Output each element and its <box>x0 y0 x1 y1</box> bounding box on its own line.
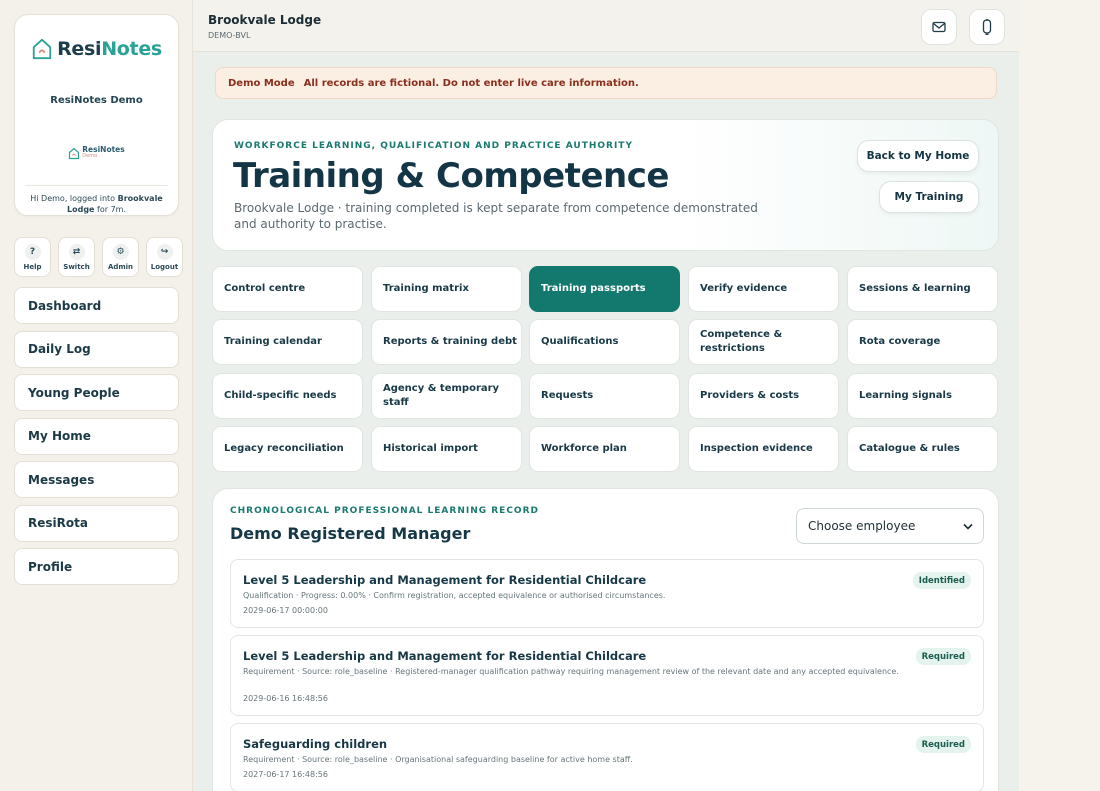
login-suffix: for 7m. <box>94 205 126 214</box>
admin-label: Admin <box>107 262 134 271</box>
switch-label: Switch <box>63 262 90 271</box>
main-content: Brookvale Lodge DEMO-BVL Demo Mode All r… <box>193 0 1019 791</box>
chevron-down-icon <box>963 523 973 530</box>
switch-icon: ⇄ <box>68 243 85 260</box>
main-nav: Dashboard Daily Log Young People My Home… <box>14 287 179 592</box>
help-icon: ? <box>24 243 41 260</box>
brand-name-part2: Notes <box>101 38 162 60</box>
topbar: Brookvale Lodge DEMO-BVL <box>193 0 1019 52</box>
record-entry[interactable]: Safeguarding children Requirement · Sour… <box>230 723 984 791</box>
status-badge: Identified <box>912 572 971 589</box>
notification-icon <box>982 19 992 35</box>
learning-record-panel: CHRONOLOGICAL PROFESSIONAL LEARNING RECO… <box>212 488 999 791</box>
tile-workforce-plan[interactable]: Workforce plan <box>529 426 680 472</box>
nav-item-dashboard[interactable]: Dashboard <box>14 287 179 324</box>
record-entry[interactable]: Level 5 Leadership and Management for Re… <box>230 635 984 716</box>
home-code: DEMO-BVL <box>208 31 251 40</box>
status-badge: Required <box>915 736 971 753</box>
nav-item-resirota[interactable]: ResiRota <box>14 504 179 542</box>
tile-sessions-learning[interactable]: Sessions & learning <box>847 266 998 312</box>
demo-mode-banner: Demo Mode All records are fictional. Do … <box>215 67 997 99</box>
mini-house-icon <box>69 147 80 159</box>
login-prefix: Hi Demo, logged into <box>30 194 118 203</box>
page-title: Training & Competence <box>233 156 669 196</box>
page-subtitle: Brookvale Lodge · training completed is … <box>234 201 758 231</box>
tile-historical-import[interactable]: Historical import <box>371 426 522 472</box>
tile-training-matrix[interactable]: Training matrix <box>371 266 522 312</box>
tile-legacy-reconciliation[interactable]: Legacy reconciliation <box>212 426 363 472</box>
record-title: Demo Registered Manager <box>230 524 471 543</box>
logout-icon: ↪ <box>156 243 173 260</box>
tile-control-centre[interactable]: Control centre <box>212 266 363 312</box>
switch-button[interactable]: ⇄ Switch <box>58 237 95 277</box>
tile-providers-costs[interactable]: Providers & costs <box>688 373 839 419</box>
brand-logo[interactable]: ResiNotes <box>15 37 178 61</box>
tile-requests[interactable]: Requests <box>529 373 680 419</box>
logout-button[interactable]: ↪ Logout <box>146 237 183 277</box>
entry-meta: Requirement · Source: role_baseline · Re… <box>243 667 899 676</box>
tile-training-passports[interactable]: Training passports <box>529 266 680 312</box>
record-eyebrow: CHRONOLOGICAL PROFESSIONAL LEARNING RECO… <box>230 506 539 516</box>
page-hero: WORKFORCE LEARNING, QUALIFICATION AND PR… <box>212 119 999 251</box>
entry-date: 2029-06-17 00:00:00 <box>243 606 328 615</box>
brand-card: ResiNotes ResiNotes Demo ResiNotes Demo H… <box>14 14 179 216</box>
notifications-button[interactable] <box>969 9 1005 45</box>
tile-rota-coverage[interactable]: Rota coverage <box>847 319 998 365</box>
nav-item-young-people[interactable]: Young People <box>14 374 179 411</box>
tile-verify-evidence[interactable]: Verify evidence <box>688 266 839 312</box>
messages-button[interactable] <box>921 9 957 45</box>
tile-child-specific-needs[interactable]: Child-specific needs <box>212 373 363 419</box>
tile-learning-signals[interactable]: Learning signals <box>847 373 998 419</box>
demo-mode-text: All records are fictional. Do not enter … <box>303 77 639 89</box>
mini-logo-tag: Demo <box>82 153 98 159</box>
help-label: Help <box>23 262 42 271</box>
logout-label: Logout <box>150 262 179 271</box>
page-eyebrow: WORKFORCE LEARNING, QUALIFICATION AND PR… <box>234 141 633 151</box>
login-status: Hi Demo, logged into Brookvale Lodge for… <box>25 193 168 215</box>
house-logo-icon <box>32 38 52 60</box>
brand-name-part1: Resi <box>57 38 102 60</box>
back-to-my-home-button[interactable]: Back to My Home <box>857 140 979 172</box>
record-entry[interactable]: Level 5 Leadership and Management for Re… <box>230 559 984 628</box>
tile-catalogue-rules[interactable]: Catalogue & rules <box>847 426 998 472</box>
nav-item-daily-log[interactable]: Daily Log <box>14 330 179 368</box>
tile-competence-restrictions[interactable]: Competence & restrictions <box>688 319 839 365</box>
entry-title: Level 5 Leadership and Management for Re… <box>243 649 647 663</box>
status-badge: Required <box>915 648 971 665</box>
nav-item-profile[interactable]: Profile <box>14 548 179 585</box>
divider <box>25 185 168 186</box>
tile-inspection-evidence[interactable]: Inspection evidence <box>688 426 839 472</box>
mail-icon <box>932 21 946 33</box>
nav-item-my-home[interactable]: My Home <box>14 417 179 455</box>
employee-select-value: Choose employee <box>808 519 916 533</box>
page-background <box>1019 0 1100 791</box>
tile-training-calendar[interactable]: Training calendar <box>212 319 363 365</box>
entry-date: 2029-06-16 16:48:56 <box>243 694 328 703</box>
tile-qualifications[interactable]: Qualifications <box>529 319 680 365</box>
tile-agency-temporary-staff[interactable]: Agency & temporary staff <box>371 373 522 419</box>
entry-meta: Qualification · Progress: 0.00% · Confir… <box>243 591 666 600</box>
entry-title: Level 5 Leadership and Management for Re… <box>243 573 647 587</box>
entry-title: Safeguarding children <box>243 737 388 751</box>
gear-icon: ⚙ <box>112 243 129 260</box>
quick-actions: ? Help ⇄ Switch ⚙ Admin ↪ Logout <box>14 237 183 277</box>
employee-select[interactable]: Choose employee <box>796 508 984 544</box>
tile-reports-training-debt[interactable]: Reports & training debt <box>371 319 522 365</box>
nav-item-messages[interactable]: Messages <box>14 461 179 498</box>
entry-meta: Requirement · Source: role_baseline · Or… <box>243 755 633 764</box>
entry-date: 2027-06-17 16:48:56 <box>243 770 328 779</box>
sidebar: ResiNotes ResiNotes Demo ResiNotes Demo H… <box>0 0 193 791</box>
admin-button[interactable]: ⚙ Admin <box>102 237 139 277</box>
demo-mode-label: Demo Mode <box>228 77 295 89</box>
home-name: Brookvale Lodge <box>208 13 322 27</box>
help-button[interactable]: ? Help <box>14 237 51 277</box>
mini-logo: ResiNotes Demo <box>15 146 178 160</box>
my-training-button[interactable]: My Training <box>879 181 979 213</box>
brand-demo-label: ResiNotes Demo <box>50 95 143 106</box>
